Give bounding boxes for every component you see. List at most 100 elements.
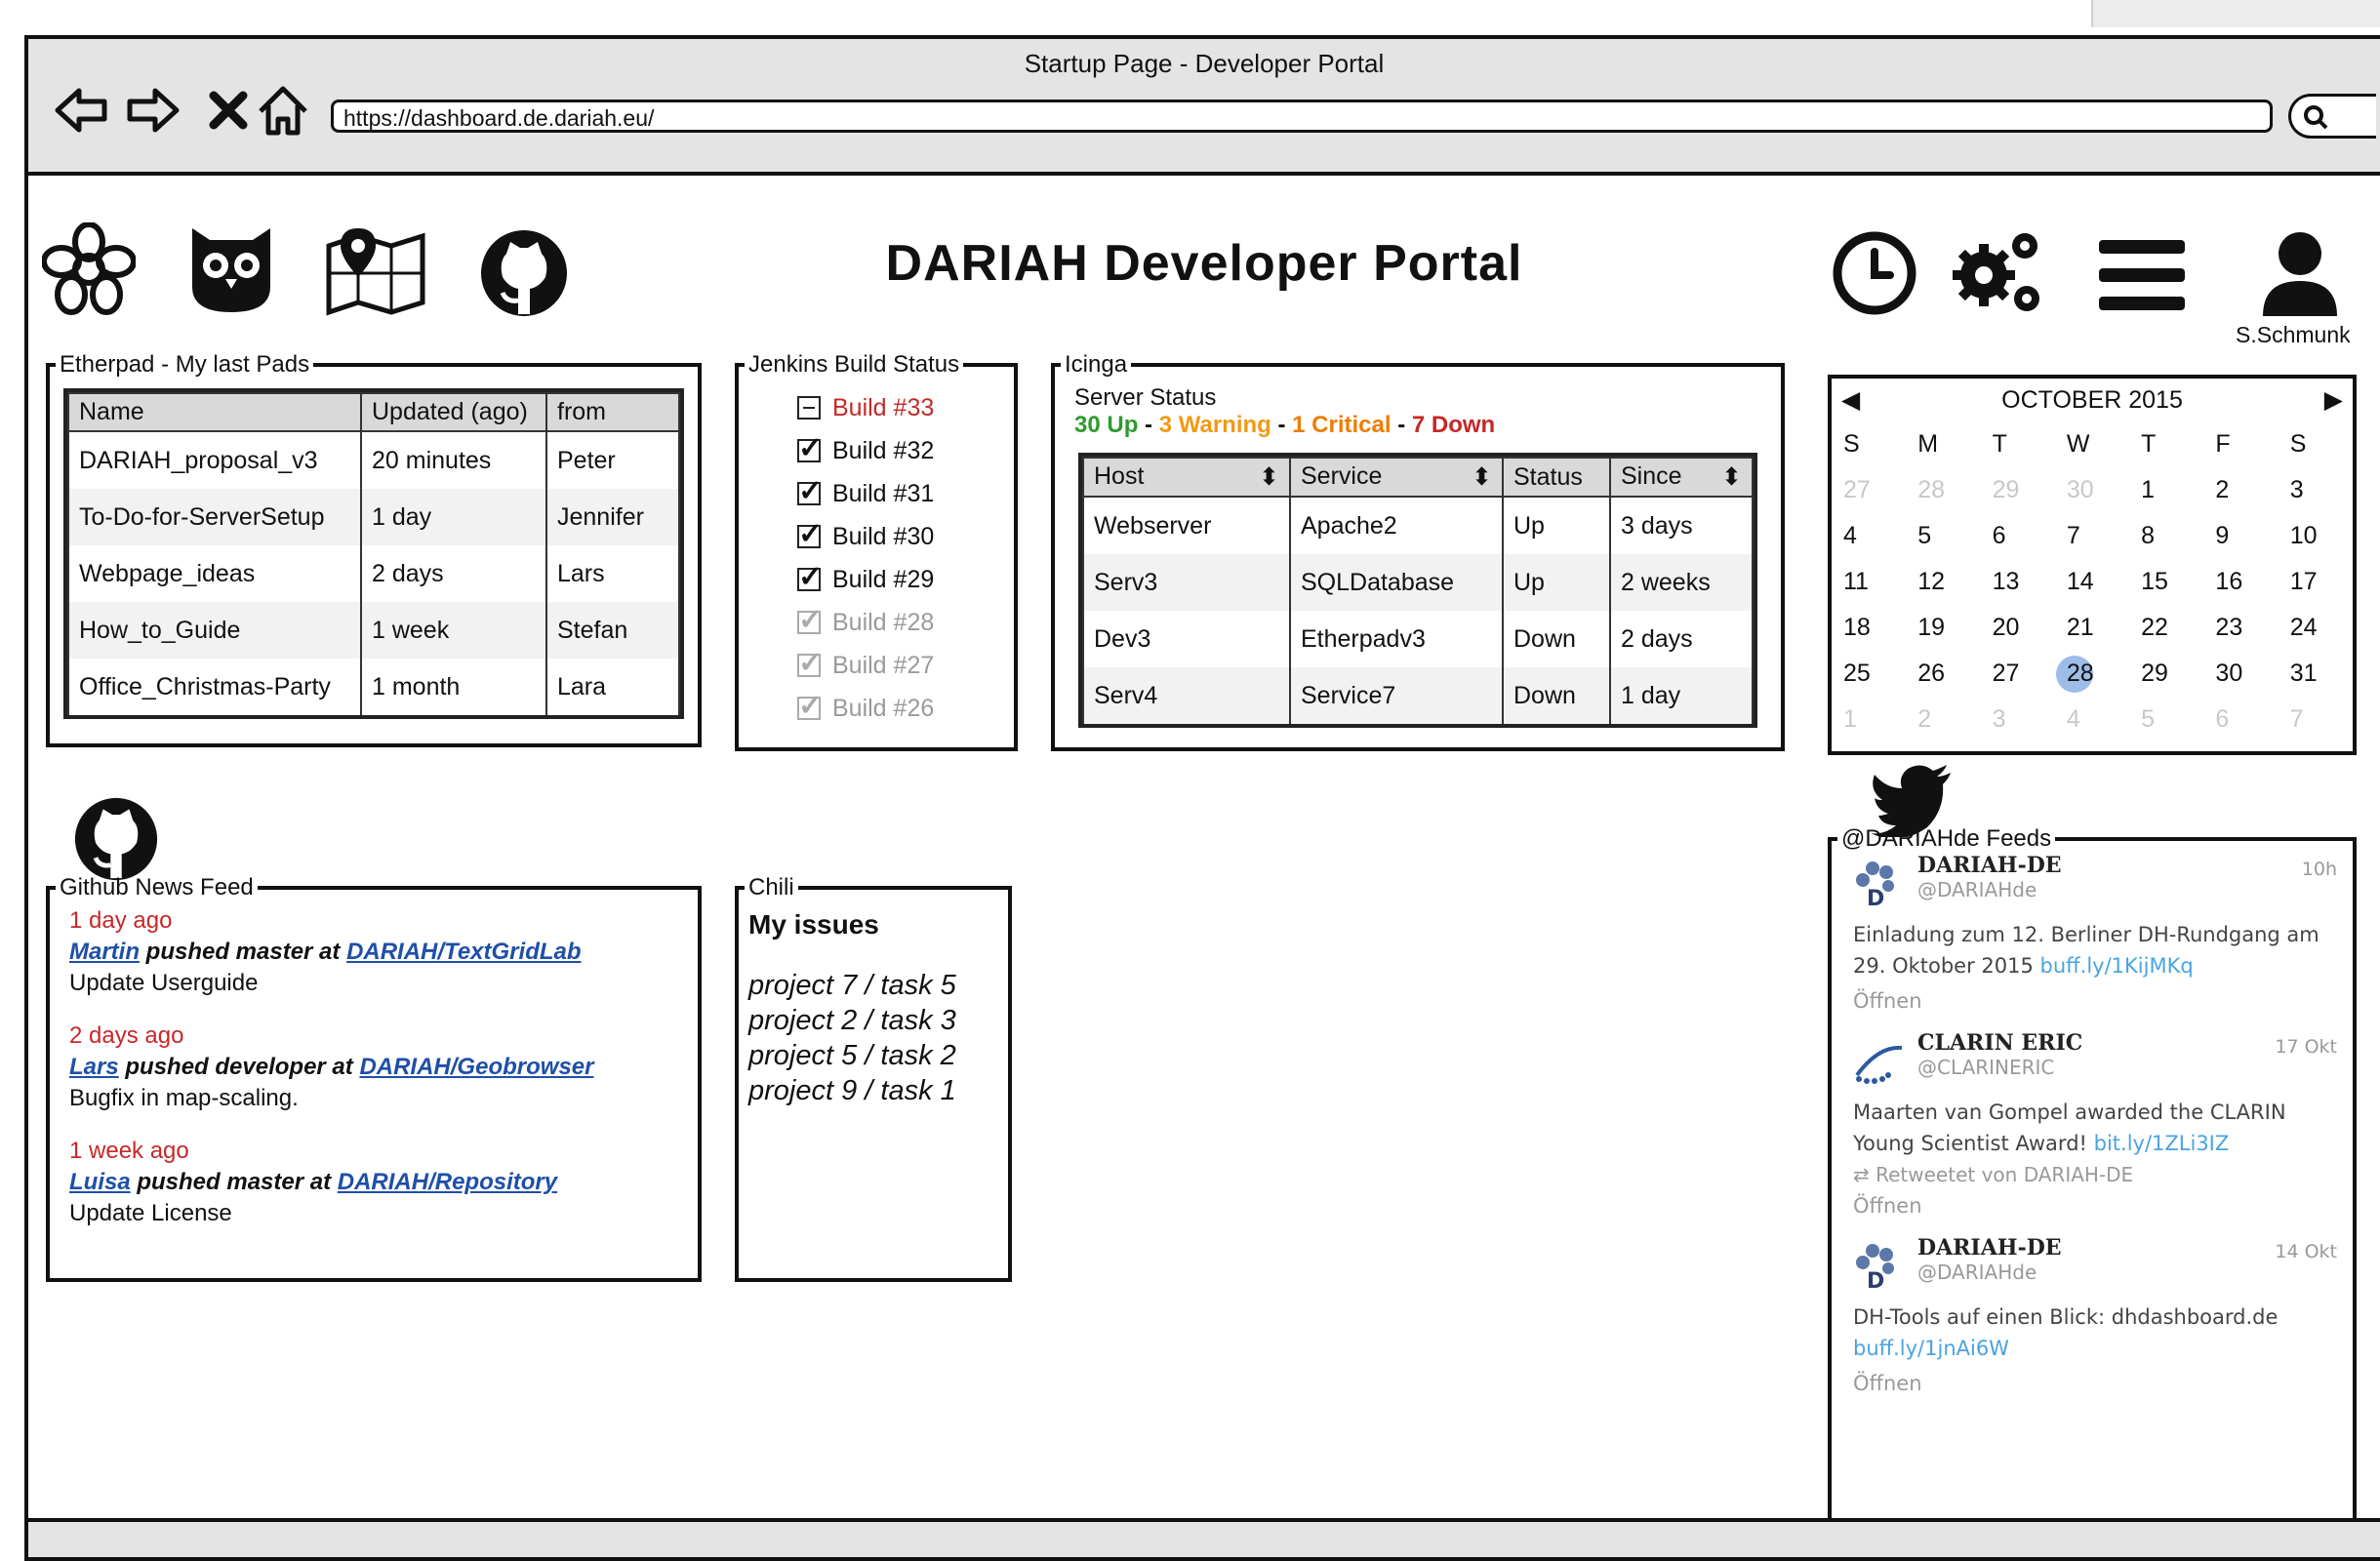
tweet-open-link[interactable]: Öffnen [1832,1186,2353,1218]
calendar-day[interactable]: 12 [1906,559,1980,605]
column-header-status[interactable]: Status [1502,457,1611,498]
table-row[interactable]: To-Do-for-ServerSetup 1 day Jennifer [67,489,680,545]
next-month-arrow-icon[interactable]: ▶ [2324,385,2343,415]
tweet-link[interactable]: buff.ly/1KijMKq [2040,954,2194,978]
sort-icon[interactable]: ⬍ [1259,462,1279,492]
calendar-day[interactable]: 2 [2203,467,2278,513]
tweet-time[interactable]: 17 Okt [2275,1036,2337,1058]
calendar-day[interactable]: 27 [1832,467,1906,513]
tweet-link[interactable]: bit.ly/1ZLi3IZ [2094,1132,2230,1155]
calendar-day[interactable]: 4 [1832,513,1906,559]
home-icon[interactable] [255,82,311,139]
tweet-author-name[interactable]: CLARIN ERIC [1917,1030,2082,1056]
tweet-avatar-icon[interactable]: D [1853,1241,1904,1294]
checkbox-icon[interactable] [797,517,823,551]
calendar-day[interactable]: 21 [2055,605,2129,651]
user-name[interactable]: S.Schmunk [2236,322,2351,348]
warning-count[interactable]: 3 Warning [1159,412,1271,438]
pad-name[interactable]: DARIAH_proposal_v3 [67,431,362,489]
calendar-day[interactable]: 31 [2279,651,2353,697]
pad-name[interactable]: Office_Christmas-Party [67,659,362,715]
calendar-day[interactable]: 3 [2279,467,2353,513]
feed-user-link[interactable]: Luisa [69,1169,131,1195]
calendar-day[interactable]: 11 [1832,559,1906,605]
calendar-day[interactable]: 8 [2129,513,2203,559]
user-avatar-icon[interactable] [2255,226,2345,316]
feed-repo-link[interactable]: DARIAH/Repository [338,1169,557,1195]
prev-month-arrow-icon[interactable]: ◀ [1841,385,1860,415]
calendar-day[interactable]: 5 [2129,697,2203,742]
issue-item[interactable]: project 5 / task 2 [748,1038,998,1073]
calendar-day[interactable]: 7 [2055,513,2129,559]
column-header-service[interactable]: Service ⬍ [1289,457,1504,498]
calendar-day[interactable]: 29 [1981,467,2055,513]
calendar-day[interactable]: 30 [2055,467,2129,513]
up-count[interactable]: 30 Up [1074,412,1138,438]
calendar-day[interactable]: 28 [1906,467,1980,513]
calendar-day[interactable]: 27 [1981,651,2055,697]
back-arrow-icon[interactable] [54,82,110,139]
table-row[interactable]: DARIAH_proposal_v3 20 minutes Peter [67,431,680,489]
table-row[interactable]: Serv3 SQLDatabase Up 2 weeks [1082,554,1754,611]
sort-icon[interactable]: ⬍ [1472,462,1492,492]
calendar-day[interactable]: 13 [1981,559,2055,605]
issue-item[interactable]: project 2 / task 3 [748,1003,998,1038]
column-header[interactable]: from [545,392,680,432]
settings-gears-icon[interactable] [1947,224,2048,318]
critical-count[interactable]: 1 Critical [1292,412,1391,438]
address-bar[interactable]: https://dashboard.de.dariah.eu/ [331,100,2273,133]
table-row[interactable]: Serv4 Service7 Down 1 day [1082,667,1754,724]
build-item[interactable]: Build #27 [797,644,1014,687]
calendar-day[interactable]: 1 [1832,697,1906,742]
column-header-host[interactable]: Host ⬍ [1082,457,1291,498]
calendar-day[interactable]: 26 [1906,651,1980,697]
checkbox-icon[interactable] [797,431,823,465]
clock-icon[interactable] [1830,228,1919,318]
build-item[interactable]: Build #29 [797,558,1014,601]
calendar-day[interactable]: 7 [2279,697,2353,742]
calendar-day[interactable]: 19 [1906,605,1980,651]
checkbox-icon[interactable] [797,560,823,594]
tweet[interactable]: D DARIAH-DE @DARIAHde 14 Okt DH-Tools auf ei… [1832,1235,2353,1395]
tweet-time[interactable]: 10h [2302,859,2337,880]
feed-user-link[interactable]: Martin [69,939,140,965]
tweet-link[interactable]: buff.ly/1jnAi6W [1853,1337,2009,1360]
pad-name[interactable]: To-Do-for-ServerSetup [67,489,362,545]
search-button[interactable] [2288,94,2376,139]
issue-item[interactable]: project 9 / task 1 [748,1073,998,1108]
checkbox-icon[interactable] [797,646,823,680]
sort-icon[interactable]: ⬍ [1721,462,1742,492]
collapse-box-icon[interactable] [797,396,821,420]
build-item[interactable]: Build #28 [797,601,1014,644]
table-row[interactable]: Webpage_ideas 2 days Lars [67,545,680,602]
column-header[interactable]: Name [67,392,362,432]
tweet-author-name[interactable]: DARIAH-DE [1917,1235,2062,1261]
tweet-open-link[interactable]: Öffnen [1832,1364,2353,1395]
checkbox-icon[interactable] [797,603,823,637]
calendar-day[interactable]: 14 [2055,559,2129,605]
calendar-day[interactable]: 5 [1906,513,1980,559]
checkbox-icon[interactable] [797,689,823,723]
calendar-day[interactable]: 25 [1832,651,1906,697]
calendar-day[interactable]: 4 [2055,697,2129,742]
tweet[interactable]: CLARIN ERIC @CLARINERIC 17 Okt Maarten van … [1832,1030,2353,1218]
calendar-day[interactable]: 18 [1832,605,1906,651]
calendar-day[interactable]: 2 [1906,697,1980,742]
build-item[interactable]: Build #30 [797,515,1014,558]
column-header-since[interactable]: Since ⬍ [1609,457,1754,498]
calendar-day[interactable]: 16 [2203,559,2278,605]
calendar-day[interactable]: 15 [2129,559,2203,605]
column-header[interactable]: Updated (ago) [360,392,547,432]
feed-repo-link[interactable]: DARIAH/Geobrowser [359,1054,593,1080]
calendar-day-today[interactable]: 28 [2055,651,2129,697]
forward-arrow-icon[interactable] [124,82,181,139]
calendar-day[interactable]: 20 [1981,605,2055,651]
tweet-author-handle[interactable]: @DARIAHde [1917,1261,2062,1284]
tweet-avatar-icon[interactable]: D [1853,859,1904,911]
calendar-day[interactable]: 29 [2129,651,2203,697]
calendar-day[interactable]: 24 [2279,605,2353,651]
tweet-author-handle[interactable]: @CLARINERIC [1917,1056,2082,1079]
calendar-day[interactable]: 6 [1981,513,2055,559]
build-item[interactable]: Build #26 [797,687,1014,730]
feed-repo-link[interactable]: DARIAH/TextGridLab [346,939,581,965]
